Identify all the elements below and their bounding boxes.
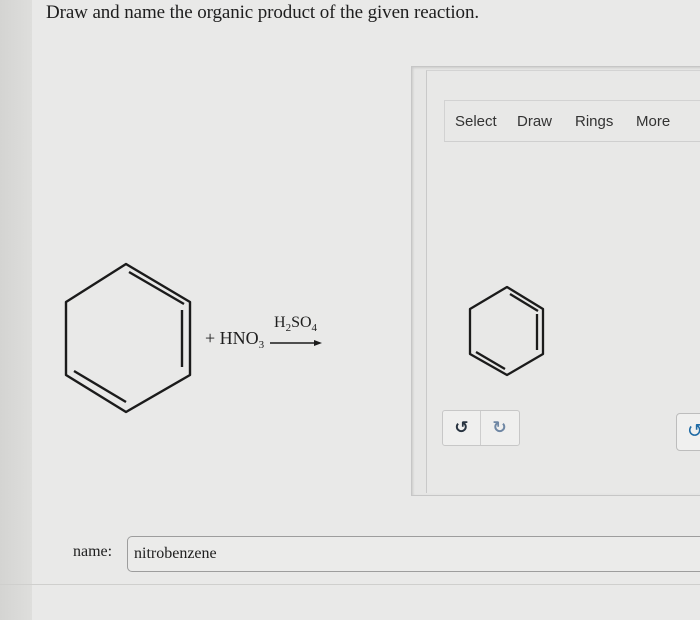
name-label: name: [73, 543, 113, 560]
drawn-benzene-structure[interactable] [0, 0, 700, 620]
undo-icon[interactable]: ↺ [443, 411, 481, 445]
name-answer-input[interactable]: nitrobenzene [127, 536, 700, 572]
undo-redo-group: ↺ ↻ [442, 410, 520, 446]
rotate-icon: ↺ [687, 420, 700, 442]
redo-icon[interactable]: ↻ [481, 411, 518, 445]
page-divider [0, 584, 700, 585]
edge-tool-button[interactable]: ↺ [676, 413, 700, 451]
